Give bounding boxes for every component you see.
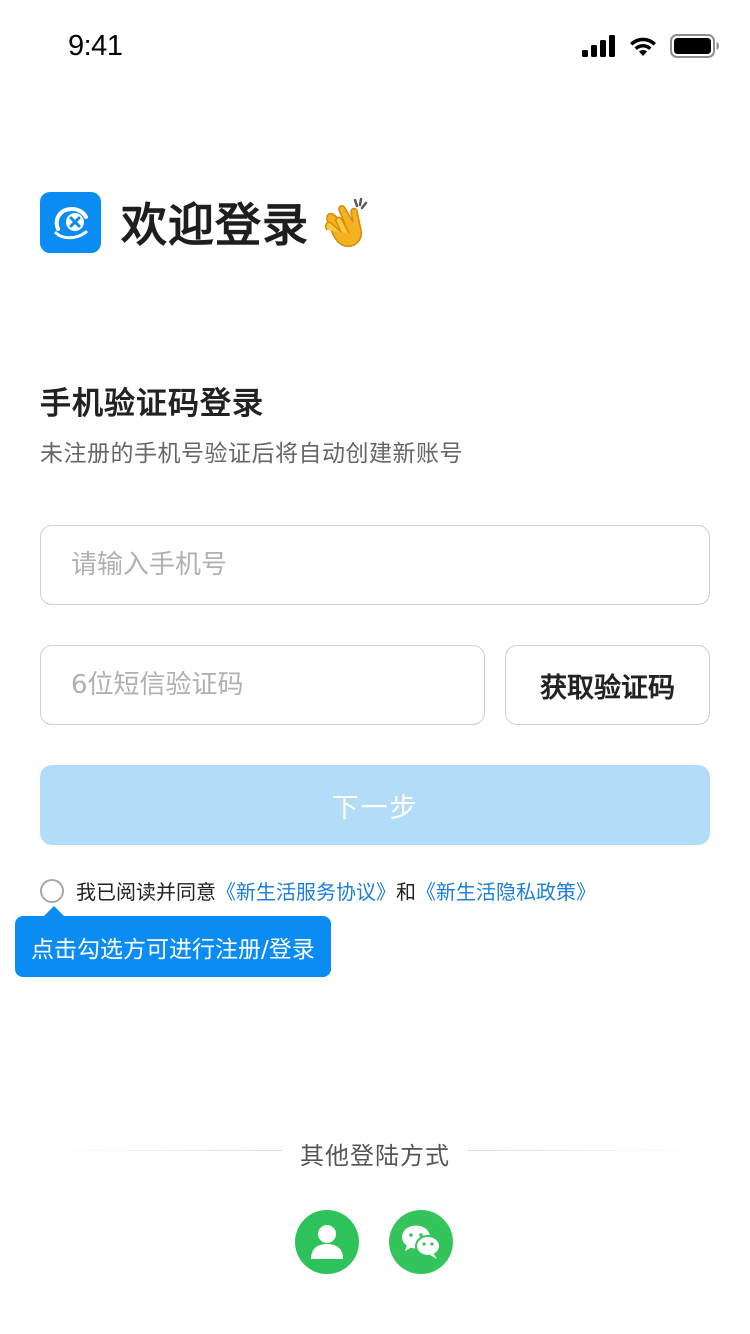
code-field [40, 645, 485, 725]
next-step-button[interactable]: 下一步 [40, 765, 710, 845]
user-icon [311, 1225, 343, 1259]
welcome-title: 欢迎登录 [121, 198, 309, 252]
service-agreement-link[interactable]: 《新生活服务协议》 [216, 876, 396, 905]
privacy-policy-link[interactable]: 《新生活隐私政策》 [416, 876, 596, 905]
signal-icon [582, 35, 615, 57]
app-logo [40, 191, 101, 253]
agreement-row: 我已阅读并同意 《新生活服务协议》 和 《新生活隐私政策》 [40, 876, 596, 905]
divider-left [50, 1150, 282, 1151]
logo-icon [54, 206, 88, 240]
clapping-hands-icon [325, 197, 368, 248]
phone-field [40, 525, 710, 605]
battery-icon [670, 34, 719, 58]
agreement-and: 和 [396, 880, 416, 904]
phone-input[interactable] [41, 526, 709, 604]
account-login-button[interactable] [295, 1210, 359, 1274]
brand-header: 欢迎登录 [40, 189, 375, 255]
status-time: 9:41 [68, 30, 123, 62]
divider-right [468, 1150, 700, 1151]
get-code-button[interactable]: 获取验证码 [505, 645, 710, 725]
other-login-label: 其他登陆方式 [300, 1142, 450, 1170]
section-subtitle: 未注册的手机号验证后将自动创建新账号 [40, 441, 463, 467]
wifi-icon [630, 37, 656, 56]
wechat-login-button[interactable] [389, 1210, 453, 1274]
sms-code-input[interactable] [41, 646, 484, 724]
status-icons [582, 34, 720, 58]
agreement-radio[interactable] [40, 878, 64, 903]
section-title: 手机验证码登录 [40, 386, 264, 422]
agreement-prefix: 我已阅读并同意 [76, 880, 216, 904]
wechat-icon [402, 1225, 441, 1259]
agreement-tooltip: 点击勾选方可进行注册/登录 [15, 906, 331, 977]
status-bar: 9:41 [0, 0, 750, 96]
